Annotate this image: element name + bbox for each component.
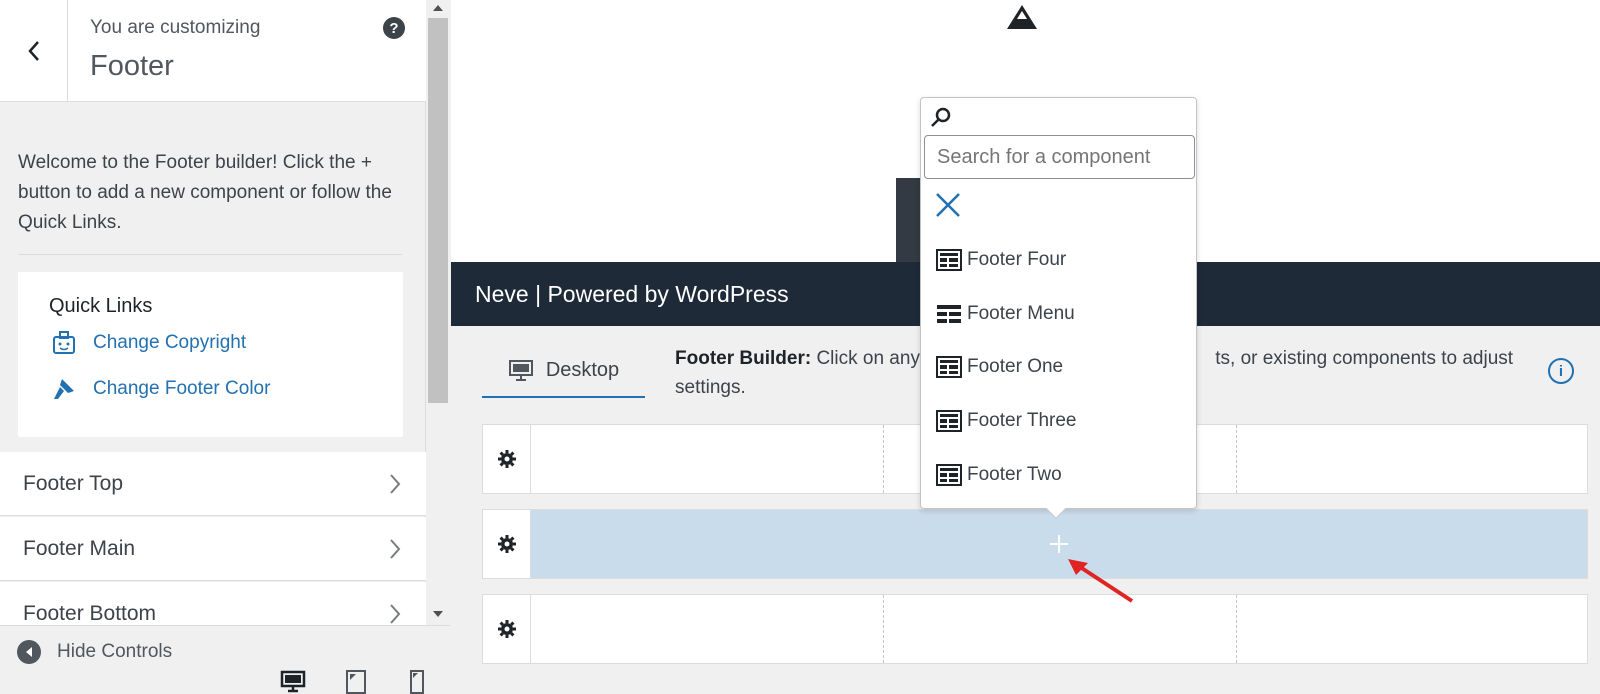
widget-grid-icon	[936, 464, 962, 486]
row-settings-button[interactable]	[483, 595, 531, 663]
welcome-text: Welcome to the Footer builder! Click the…	[18, 152, 392, 233]
component-footer-three[interactable]: Footer Three	[936, 409, 1076, 433]
chevron-right-icon	[390, 539, 401, 559]
component-footer-menu[interactable]: Footer Menu	[936, 302, 1075, 326]
row-settings-button[interactable]	[483, 425, 531, 493]
customizer-sidebar: You are customizing Footer ? Welcome to …	[0, 0, 426, 693]
footer-copyright-text: Neve | Powered by WordPress	[475, 280, 789, 307]
page-title: Footer	[90, 50, 174, 82]
collapse-icon	[17, 640, 41, 664]
menu-icon	[937, 305, 961, 323]
close-icon[interactable]	[935, 192, 961, 218]
quick-links-title: Quick Links	[49, 295, 153, 317]
chevron-left-icon	[27, 41, 39, 61]
builder-title: Footer Builder:	[675, 348, 812, 369]
chevron-right-icon	[390, 604, 401, 624]
tab-label: Desktop	[545, 358, 620, 381]
section-footer-top[interactable]: Footer Top	[0, 452, 426, 516]
customizer-footer-bar: Hide Controls	[0, 625, 450, 694]
chevron-right-icon	[390, 474, 401, 494]
customizing-label: You are customizing	[90, 17, 261, 38]
hide-controls-button[interactable]: Hide Controls	[17, 640, 172, 664]
tablet-preview-icon[interactable]	[344, 668, 368, 694]
change-copyright-link[interactable]: Change Copyright	[49, 328, 246, 358]
builder-description-start: Click on any	[816, 348, 920, 369]
back-button[interactable]	[0, 0, 68, 102]
component-label: Footer Three	[967, 410, 1077, 431]
component-label: Footer One	[967, 356, 1064, 377]
change-footer-color-link[interactable]: Change Footer Color	[49, 374, 270, 404]
section-label: Footer Top	[23, 471, 124, 495]
widget-grid-icon	[936, 249, 962, 271]
section-footer-main[interactable]: Footer Main	[0, 517, 426, 581]
plus-icon	[1050, 535, 1068, 553]
component-footer-four[interactable]: Footer Four	[936, 248, 1066, 272]
paint-brush-icon	[49, 374, 79, 404]
annotation-arrow-icon	[1068, 559, 1134, 603]
row-column[interactable]	[531, 595, 884, 663]
hide-controls-label: Hide Controls	[57, 641, 173, 662]
copyright-icon	[49, 328, 79, 358]
logo-mountain-icon	[1007, 5, 1037, 29]
widget-grid-icon	[936, 356, 962, 378]
component-search-input[interactable]	[924, 135, 1195, 179]
component-footer-one[interactable]: Footer One	[936, 355, 1063, 379]
section-label: Footer Bottom	[23, 601, 157, 625]
row-column[interactable]	[884, 595, 1237, 663]
quick-links-panel: Quick Links Change Copyright Change Foot…	[18, 272, 403, 437]
builder-row-main	[482, 509, 1588, 579]
divider	[18, 254, 402, 255]
scroll-thumb[interactable]	[428, 18, 448, 403]
component-label: Footer Four	[967, 249, 1067, 270]
builder-row-bottom	[482, 594, 1588, 664]
component-label: Footer Two	[967, 464, 1062, 485]
gear-icon	[497, 620, 516, 638]
customizer-header: You are customizing Footer ?	[0, 0, 426, 102]
component-footer-two[interactable]: Footer Two	[936, 463, 1062, 487]
component-picker-popover: Footer Four Footer Menu Footer One Foote…	[920, 97, 1197, 519]
tab-desktop[interactable]: Desktop	[482, 344, 645, 398]
gear-icon	[497, 450, 516, 468]
scroll-up-icon[interactable]	[432, 4, 444, 12]
info-icon[interactable]: i	[1548, 358, 1574, 384]
search-icon	[931, 107, 951, 127]
help-icon[interactable]: ?	[383, 17, 405, 39]
preview-block	[896, 178, 922, 262]
widget-grid-icon	[936, 410, 962, 432]
row-settings-button[interactable]	[483, 510, 531, 578]
mobile-preview-icon[interactable]	[408, 668, 426, 694]
component-label: Footer Menu	[967, 303, 1075, 324]
change-copyright-label: Change Copyright	[93, 332, 247, 353]
scroll-down-icon[interactable]	[432, 610, 444, 618]
desktop-icon	[508, 360, 533, 381]
add-component-zone[interactable]	[531, 510, 1587, 578]
gear-icon	[497, 535, 516, 553]
row-column[interactable]	[531, 425, 884, 493]
desktop-preview-icon[interactable]	[280, 668, 306, 694]
change-footer-color-label: Change Footer Color	[93, 378, 271, 399]
section-label: Footer Main	[23, 536, 136, 560]
